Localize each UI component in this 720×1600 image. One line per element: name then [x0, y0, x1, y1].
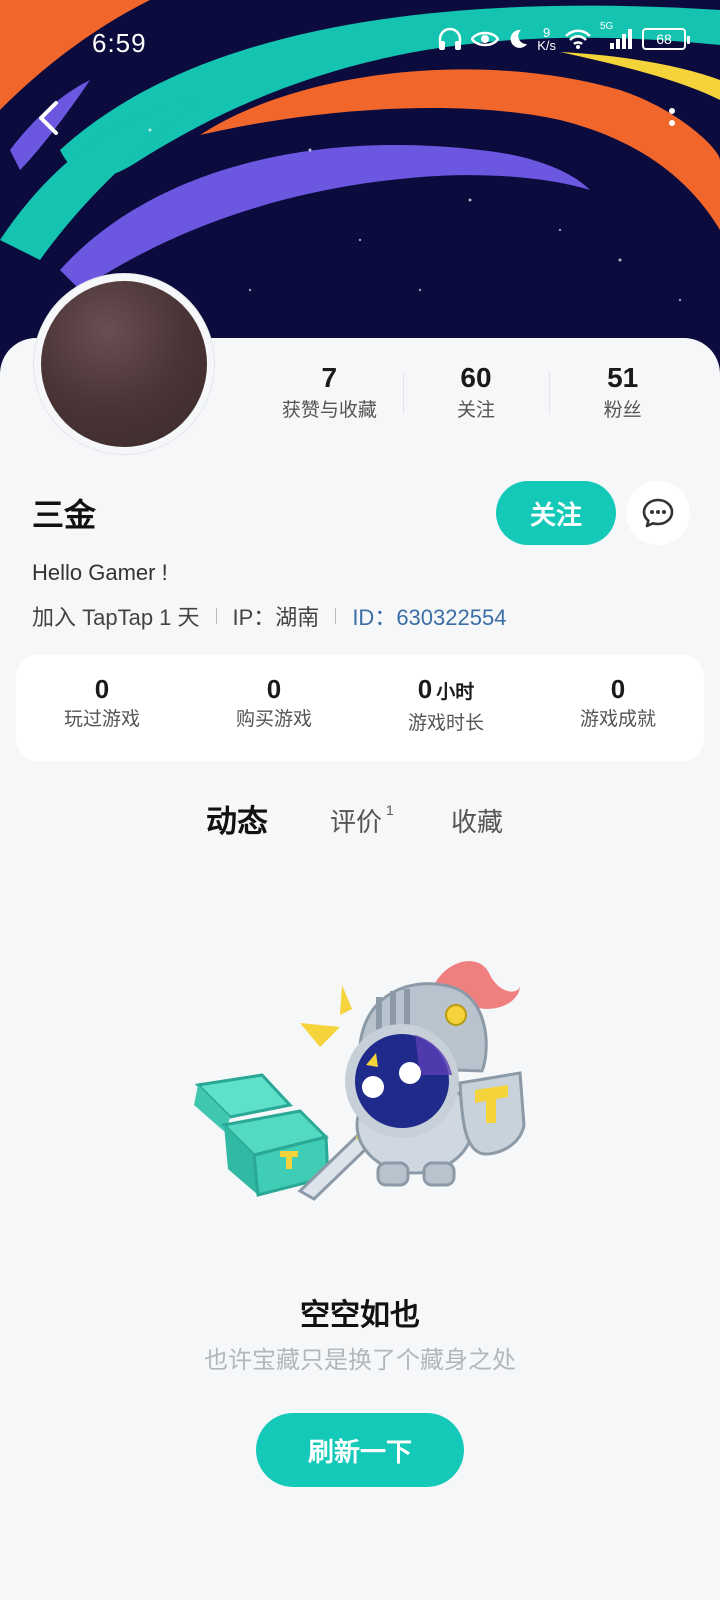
status-time: 6:59	[92, 28, 147, 58]
profile-stats: 7 获赞与收藏 60 关注 51 粉丝	[256, 358, 696, 428]
knight-mascot-icon	[194, 961, 526, 1201]
profile-meta: 加入 TapTap 1 天 IP：湖南 ID：630322554	[32, 600, 506, 632]
stat-following[interactable]: 60 关注	[402, 358, 550, 428]
stat-likes[interactable]: 7 获赞与收藏	[256, 358, 403, 428]
tab-reviews[interactable]: 评价 1	[330, 802, 394, 839]
joined-text: 加入 TapTap 1 天	[32, 605, 200, 630]
bio: Hello Gamer !	[32, 560, 168, 585]
avatar-image	[41, 281, 207, 447]
user-id[interactable]: ID：630322554	[352, 600, 506, 632]
status-bar: 6:59 9 K/s 5G 68	[0, 0, 720, 80]
played-games[interactable]: 0 玩过游戏	[16, 655, 188, 761]
empty-subtitle: 也许宝藏只是换了个藏身之处	[204, 1347, 516, 1374]
eye-icon	[471, 29, 500, 49]
tab-favorites[interactable]: 收藏	[451, 802, 503, 839]
content-tabs: 动态 评价 1 收藏	[0, 796, 720, 856]
back-button[interactable]	[26, 96, 70, 140]
username: 三金	[32, 497, 97, 533]
more-button[interactable]	[650, 96, 694, 140]
wifi-icon	[564, 28, 592, 50]
message-button[interactable]	[626, 481, 690, 545]
game-achievements[interactable]: 0 游戏成就	[532, 655, 704, 761]
signal-5g-icon: 5G	[600, 21, 634, 51]
more-vertical-icon	[669, 108, 675, 126]
avatar[interactable]	[34, 274, 214, 454]
refresh-button[interactable]: 刷新一下	[256, 1413, 464, 1487]
chat-bubble-icon	[642, 498, 674, 528]
play-time[interactable]: 0 小时 游戏时长	[360, 655, 532, 761]
game-stats-card: 0 玩过游戏 0 购买游戏 0 小时 游戏时长 0 游戏成就	[16, 655, 704, 761]
tab-badge: 1	[386, 802, 394, 818]
net-speed: 9 K/s	[537, 25, 556, 53]
battery-indicator: 68	[642, 28, 690, 50]
divider	[335, 608, 337, 624]
status-icons: 9 K/s 5G 68	[437, 21, 690, 53]
moon-icon	[507, 28, 529, 50]
ip-location: IP：湖南	[232, 605, 320, 630]
stat-followers[interactable]: 51 粉丝	[549, 358, 696, 428]
tab-posts[interactable]: 动态	[206, 796, 268, 841]
divider	[215, 608, 217, 624]
back-arrow-icon	[39, 101, 58, 135]
empty-title: 空空如也	[300, 1299, 420, 1332]
headphones-icon	[437, 27, 463, 51]
empty-illustration	[190, 955, 550, 1215]
purchased-games[interactable]: 0 购买游戏	[188, 655, 360, 761]
follow-button[interactable]: 关注	[496, 481, 616, 545]
